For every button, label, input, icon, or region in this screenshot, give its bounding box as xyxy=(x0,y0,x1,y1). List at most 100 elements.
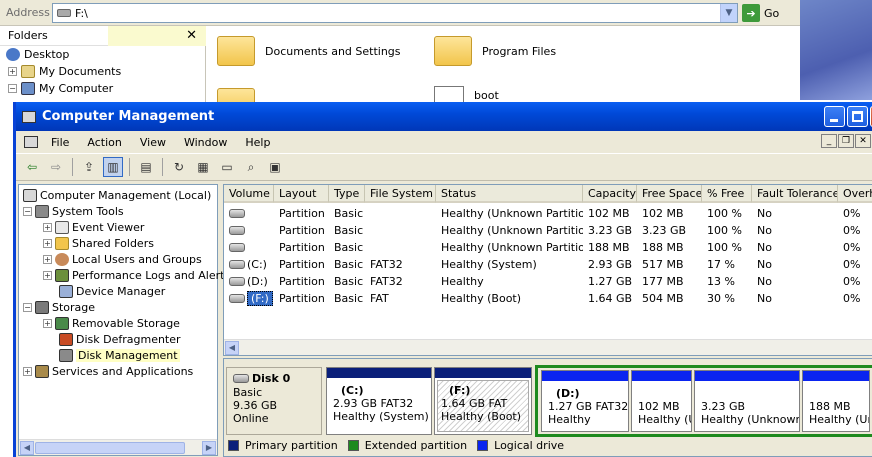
table-cell: No xyxy=(757,275,772,288)
table-row[interactable]: Partition Basic Healthy (Unknown Partition… xyxy=(224,205,872,222)
table-cell: Partition xyxy=(279,292,325,305)
forward-icon[interactable]: ⇨ xyxy=(46,157,66,177)
expand-icon[interactable]: + xyxy=(43,270,52,280)
partition-unknown-3[interactable]: 188 MB Healthy (Un xyxy=(802,370,870,432)
column-header-type[interactable]: Type xyxy=(329,185,365,203)
minimize-button[interactable] xyxy=(824,106,845,127)
properties-icon[interactable]: ▤ xyxy=(136,157,156,177)
table-row[interactable]: Partition Basic Healthy (Unknown Partition… xyxy=(224,222,872,239)
menu-window[interactable]: Window xyxy=(175,136,236,149)
mdi-close-button[interactable]: ✕ xyxy=(855,134,871,148)
menu-help[interactable]: Help xyxy=(236,136,279,149)
column-header-fault-tolerance[interactable]: Fault Tolerance xyxy=(752,185,838,203)
column-header-volume[interactable]: Volume xyxy=(224,185,274,203)
collapse-icon[interactable]: − xyxy=(8,84,17,93)
tree-horizontal-scrollbar[interactable]: ◀ ▶ xyxy=(19,439,217,455)
table-cell: Healthy (Unknown Partition) xyxy=(441,224,583,237)
title-bar[interactable]: Computer Management xyxy=(16,102,872,131)
column-header-free-space[interactable]: Free Space xyxy=(637,185,702,203)
mdi-controls: _ ❐ ✕ xyxy=(821,134,871,148)
go-label: Go xyxy=(764,6,780,20)
table-cell: Healthy xyxy=(441,275,484,288)
mdi-restore-button[interactable]: ❐ xyxy=(838,134,854,148)
expand-icon[interactable]: + xyxy=(8,67,17,76)
back-icon[interactable]: ⇦ xyxy=(22,157,42,177)
tree-item-storage[interactable]: − Storage xyxy=(23,299,95,315)
partition-unknown-2[interactable]: 3.23 GBHealthy (Unknown P xyxy=(694,370,800,432)
table-cell xyxy=(229,239,274,256)
tree-item-removable-storage[interactable]: + Removable Storage xyxy=(43,315,180,331)
search-icon[interactable]: ⌕ xyxy=(241,157,261,177)
tree-item-system-tools[interactable]: − System Tools xyxy=(23,203,124,219)
expand-icon[interactable]: + xyxy=(43,238,52,248)
tree-item-root[interactable]: Computer Management (Local) xyxy=(23,187,211,203)
collapse-icon[interactable]: − xyxy=(23,206,32,216)
column-header-status[interactable]: Status xyxy=(436,185,583,203)
list-horizontal-scrollbar[interactable]: ◀ xyxy=(224,339,872,355)
scroll-right-icon[interactable]: ▶ xyxy=(202,441,216,455)
table-cell: 0% xyxy=(843,292,861,305)
file-item[interactable]: Program Files xyxy=(434,36,556,66)
tree-item-disk-management[interactable]: Disk Management xyxy=(59,347,180,363)
menu-file[interactable]: File xyxy=(42,136,78,149)
disk-info[interactable]: Disk 0 Basic 9.36 GB Online xyxy=(226,367,322,435)
partition-d[interactable]: (D:) 1.27 GB FAT32 Healthy xyxy=(541,370,629,432)
folder-tree-label: Desktop xyxy=(24,48,70,61)
scroll-left-icon[interactable]: ◀ xyxy=(225,341,239,355)
close-icon[interactable]: ✕ xyxy=(186,28,197,43)
up-folder-icon[interactable]: ⇪ xyxy=(79,157,99,177)
expand-icon[interactable]: + xyxy=(43,318,52,328)
show-hide-tree-icon[interactable]: ▥ xyxy=(103,157,123,177)
go-button[interactable]: ➔ Go xyxy=(742,3,792,23)
scroll-thumb[interactable] xyxy=(35,442,185,454)
folder-tree-desktop[interactable]: Desktop xyxy=(0,46,205,63)
tree-item-device-manager[interactable]: Device Manager xyxy=(59,283,165,299)
open-icon[interactable]: ▭ xyxy=(217,157,237,177)
tree-item-disk-defragmenter[interactable]: Disk Defragmenter xyxy=(59,331,181,347)
partition-f[interactable]: (F:) 1.64 GB FAT Healthy (Boot) xyxy=(434,367,532,435)
export-icon[interactable]: ▦ xyxy=(193,157,213,177)
address-dropdown-button[interactable]: ▼ xyxy=(720,4,737,22)
tree-item-local-users[interactable]: + Local Users and Groups xyxy=(43,251,202,267)
expand-icon[interactable]: + xyxy=(43,222,52,232)
refresh-icon[interactable]: ↻ xyxy=(169,157,189,177)
table-row[interactable]: Partition Basic Healthy (Unknown Partition… xyxy=(224,239,872,256)
folder-tree-my-computer[interactable]: − My Computer xyxy=(0,80,205,97)
address-field[interactable]: F:\ ▼ xyxy=(52,3,738,23)
table-cell: 17 % xyxy=(707,258,735,271)
mmc-icon[interactable] xyxy=(24,136,38,148)
table-cell: Basic xyxy=(334,241,364,254)
table-row[interactable]: (D:) Partition Basic FAT32 Healthy 1.27 GB 177… xyxy=(224,273,872,290)
column-header-percent-free[interactable]: % Free xyxy=(702,185,752,203)
help-icon[interactable]: ▣ xyxy=(265,157,285,177)
table-cell: Healthy (Unknown Partition) xyxy=(441,241,583,254)
column-header-overhead[interactable]: Overhe xyxy=(838,185,872,203)
tree-item-services-applications[interactable]: + Services and Applications xyxy=(23,363,193,379)
file-label: Documents and Settings xyxy=(265,44,401,58)
tree-label: Services and Applications xyxy=(52,364,194,378)
expand-icon[interactable]: + xyxy=(23,366,32,376)
column-header-layout[interactable]: Layout xyxy=(274,185,329,203)
menu-view[interactable]: View xyxy=(131,136,175,149)
table-row[interactable]: (F:) Partition Basic FAT Healthy (Boot) 1.64 … xyxy=(224,290,872,307)
scroll-left-icon[interactable]: ◀ xyxy=(20,441,34,455)
expand-icon[interactable]: + xyxy=(43,254,52,264)
table-cell: 0% xyxy=(843,207,861,220)
maximize-button[interactable] xyxy=(847,106,868,127)
mdi-minimize-button[interactable]: _ xyxy=(821,134,837,148)
tree-item-performance-logs[interactable]: + Performance Logs and Alerts xyxy=(43,267,230,283)
table-cell: Partition xyxy=(279,258,325,271)
partition-c[interactable]: (C:) 2.93 GB FAT32 Healthy (System) xyxy=(326,367,432,435)
menu-action[interactable]: Action xyxy=(78,136,130,149)
table-cell: 102 MB xyxy=(588,207,630,220)
tree-item-event-viewer[interactable]: + Event Viewer xyxy=(43,219,144,235)
folder-tree-my-documents[interactable]: + My Documents xyxy=(0,63,205,80)
disk-name: Disk 0 xyxy=(252,372,291,385)
tree-item-shared-folders[interactable]: + Shared Folders xyxy=(43,235,154,251)
partition-unknown-1[interactable]: 102 MB Healthy (U xyxy=(631,370,692,432)
file-item[interactable]: Documents and Settings xyxy=(217,36,401,66)
column-header-capacity[interactable]: Capacity xyxy=(583,185,637,203)
table-row[interactable]: (C:) Partition Basic FAT32 Healthy (System) 2… xyxy=(224,256,872,273)
collapse-icon[interactable]: − xyxy=(23,302,32,312)
column-header-file-system[interactable]: File System xyxy=(365,185,436,203)
